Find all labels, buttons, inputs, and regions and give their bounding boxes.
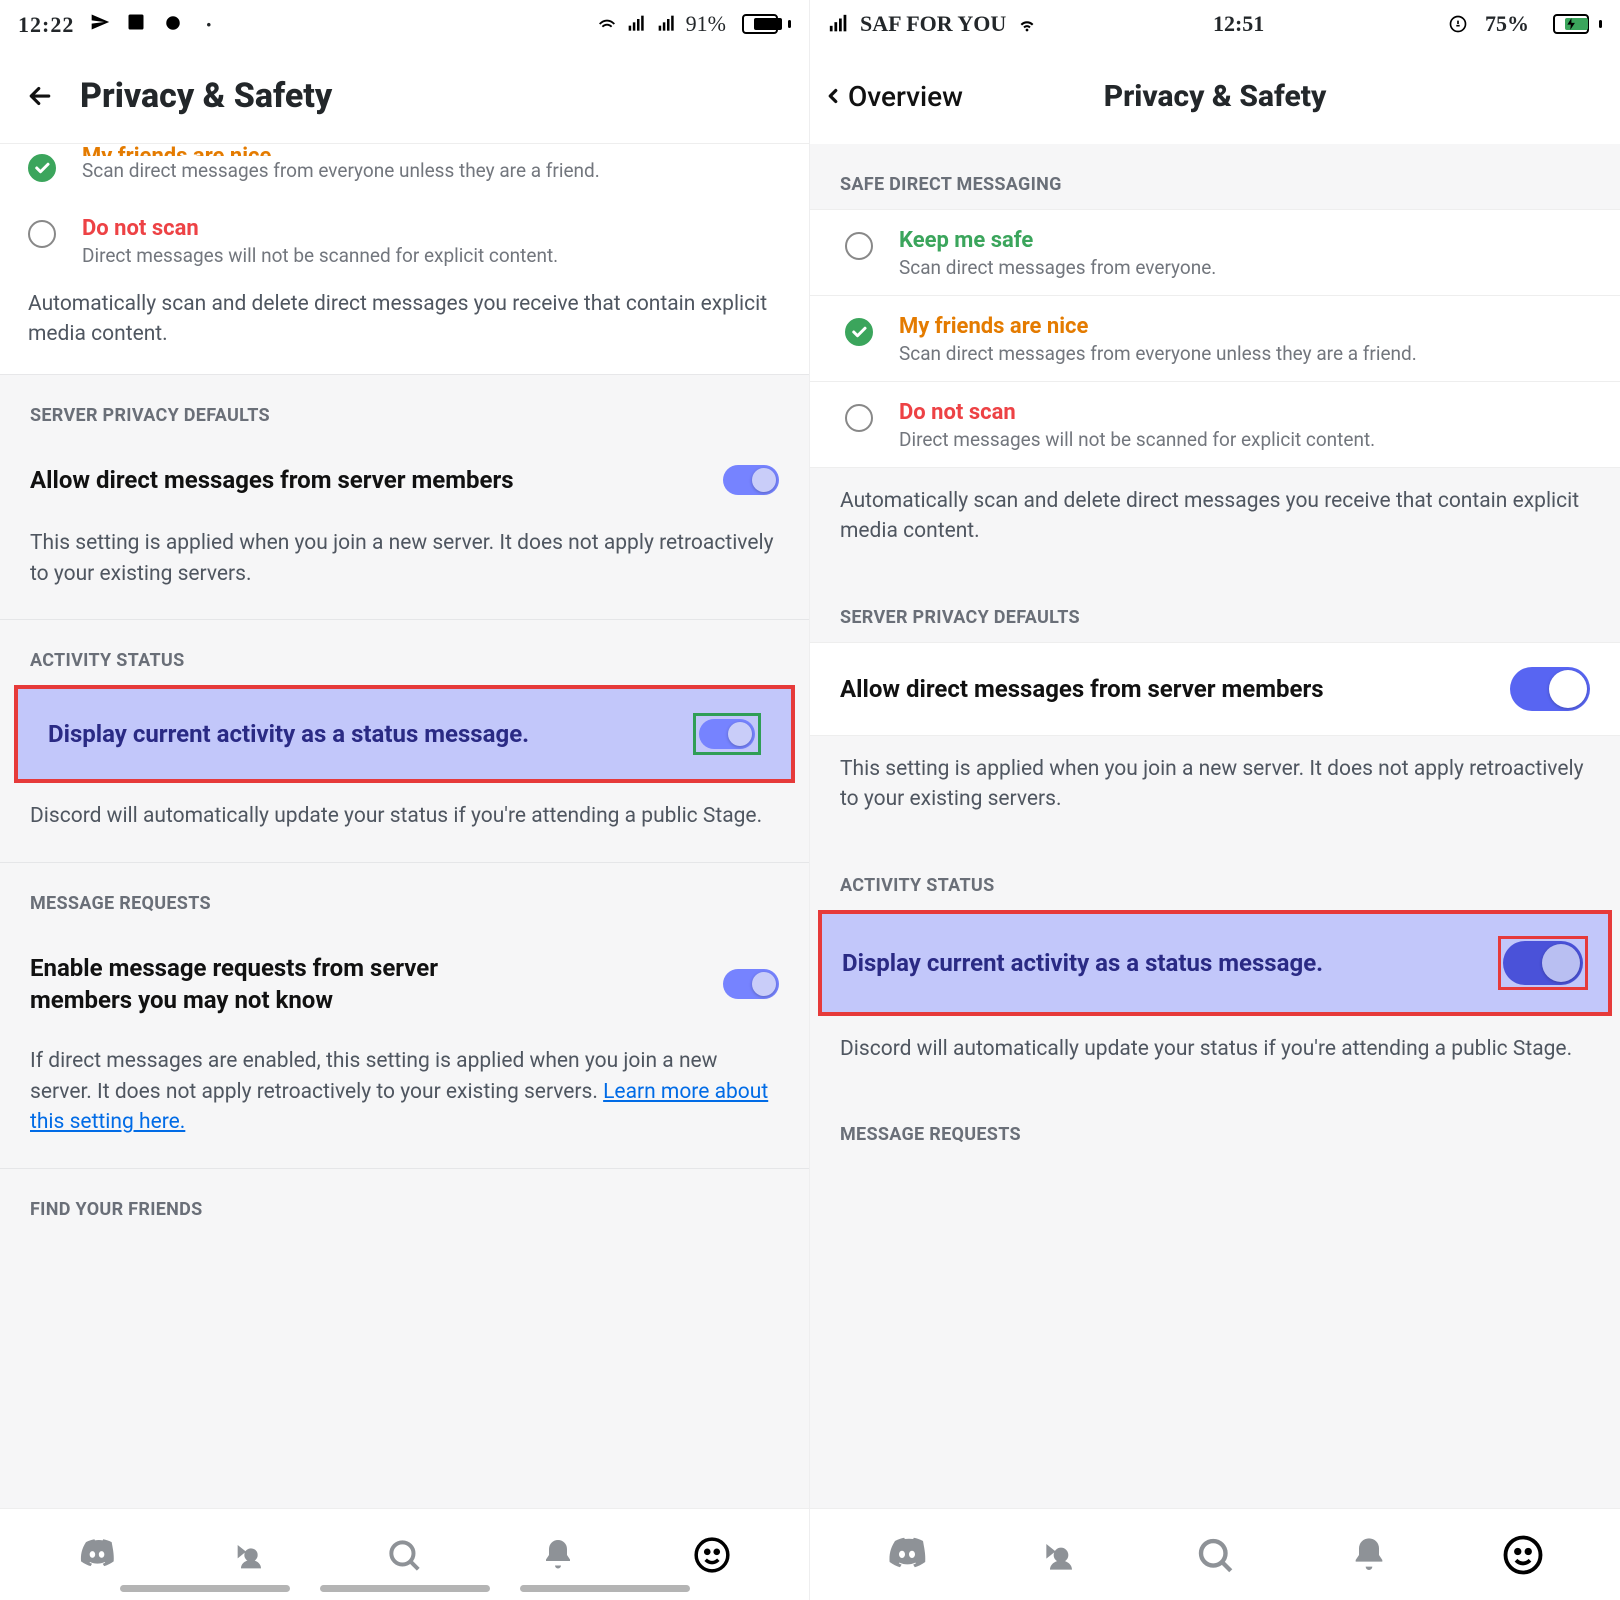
battery-pct: 91% <box>686 11 726 37</box>
activity-toggle[interactable] <box>699 719 755 749</box>
option-noscan-sub: Direct messages will not be scanned for … <box>82 244 558 267</box>
android-pane: 12:22 · 91% Privacy & Safety <box>0 0 810 1600</box>
server-privacy-header: SERVER PRIVACY DEFAULTS <box>0 375 809 440</box>
nav-notifications-icon[interactable] <box>526 1523 590 1587</box>
send-icon <box>89 11 111 33</box>
safe-dm-partial: My friends are nice Scan direct messages… <box>0 144 809 375</box>
nav-notifications-icon[interactable] <box>1337 1523 1401 1587</box>
image-icon <box>125 11 147 33</box>
ios-header: Overview Privacy & Safety <box>810 48 1620 144</box>
lock-rotation-icon <box>1447 13 1469 35</box>
mreq-row: Enable message requests from server memb… <box>0 928 809 1041</box>
activity-toggle-highlight <box>693 713 761 755</box>
radio-do-not-scan[interactable] <box>28 220 56 248</box>
nav-discord-icon[interactable] <box>875 1523 939 1587</box>
carrier-name: SAF FOR YOU <box>860 11 1006 37</box>
nav-search-icon[interactable] <box>1183 1523 1247 1587</box>
activity-status-header: ACTIVITY STATUS <box>0 620 809 685</box>
ios-status-bar: SAF FOR YOU 12:51 75% <box>810 0 1620 48</box>
nav-friends-icon[interactable] <box>1029 1523 1093 1587</box>
status-time: 12:22 <box>18 12 74 37</box>
wifi-icon <box>596 13 618 35</box>
activity-label: Display current activity as a status mes… <box>842 947 1353 979</box>
signal-icon <box>626 13 648 35</box>
allow-dm-note: This setting is applied when you join a … <box>810 736 1620 845</box>
activity-toggle-highlight <box>1498 936 1588 990</box>
radio-do-not-scan[interactable] <box>845 404 873 432</box>
activity-highlight: Display current activity as a status mes… <box>818 910 1612 1016</box>
nav-profile-icon[interactable] <box>1491 1523 1555 1587</box>
signal2-icon <box>656 13 678 35</box>
nav-discord-icon[interactable] <box>65 1523 129 1587</box>
find-friends-header: FIND YOUR FRIENDS <box>0 1169 809 1234</box>
safe-dm-group: Keep me safe Scan direct messages from e… <box>810 209 1620 468</box>
server-privacy-header: SERVER PRIVACY DEFAULTS <box>810 577 1620 642</box>
safe-dm-header: SAFE DIRECT MESSAGING <box>810 144 1620 209</box>
allow-dm-label: Allow direct messages from server member… <box>30 464 544 496</box>
back-overview-button[interactable]: Overview <box>822 80 963 113</box>
allow-dm-row: Allow direct messages from server member… <box>810 642 1620 736</box>
safe-dm-note: Automatically scan and delete direct mes… <box>810 468 1620 577</box>
android-gesture-bar <box>0 1585 809 1592</box>
activity-label: Display current activity as a status mes… <box>48 718 559 750</box>
app-icon <box>162 12 184 34</box>
battery-icon <box>734 14 791 34</box>
ios-bottom-nav <box>810 1508 1620 1600</box>
allow-dm-toggle[interactable] <box>1510 667 1590 711</box>
nav-search-icon[interactable] <box>372 1523 436 1587</box>
ios-scroll[interactable]: SAFE DIRECT MESSAGING Keep me safe Scan … <box>810 144 1620 1508</box>
mreq-note: If direct messages are enabled, this set… <box>0 1040 809 1167</box>
activity-toggle[interactable] <box>1503 941 1583 985</box>
radio-keep-me-safe[interactable] <box>845 232 873 260</box>
option-friends-sub: Scan direct messages from everyone unles… <box>899 342 1417 365</box>
ios-pane: SAF FOR YOU 12:51 75% Overview Privacy &… <box>810 0 1620 1600</box>
signal-icon <box>828 13 850 35</box>
radio-friends-nice[interactable] <box>28 154 56 182</box>
android-header: Privacy & Safety <box>0 48 809 144</box>
safe-dm-note: Automatically scan and delete direct mes… <box>28 271 781 350</box>
allow-dm-toggle[interactable] <box>723 465 779 495</box>
nav-profile-icon[interactable] <box>680 1523 744 1587</box>
dot-icon: · <box>198 14 220 36</box>
nav-friends-icon[interactable] <box>219 1523 283 1587</box>
option-noscan-sub: Direct messages will not be scanned for … <box>899 428 1375 451</box>
ios-battery-pct: 75% <box>1485 11 1529 37</box>
android-scroll[interactable]: My friends are nice Scan direct messages… <box>0 144 809 1508</box>
option-noscan-title: Do not scan <box>899 400 1375 425</box>
option-friends-sub: Scan direct messages from everyone unles… <box>82 159 600 182</box>
message-requests-header: MESSAGE REQUESTS <box>0 863 809 928</box>
message-requests-header: MESSAGE REQUESTS <box>810 1094 1620 1167</box>
allow-dm-row: Allow direct messages from server member… <box>0 440 809 520</box>
mreq-toggle[interactable] <box>723 969 779 999</box>
allow-dm-note: This setting is applied when you join a … <box>0 520 809 619</box>
activity-note: Discord will automatically update your s… <box>810 1016 1620 1094</box>
activity-status-header: ACTIVITY STATUS <box>810 845 1620 910</box>
option-safe-title: Keep me safe <box>899 228 1216 253</box>
page-title: Privacy & Safety <box>80 76 332 116</box>
android-status-bar: 12:22 · 91% <box>0 0 809 48</box>
option-noscan-title: Do not scan <box>82 216 558 241</box>
option-friends-title: My friends are nice <box>899 314 1417 339</box>
activity-highlight: Display current activity as a status mes… <box>14 685 795 783</box>
allow-dm-label: Allow direct messages from server member… <box>840 673 1354 705</box>
wifi-icon <box>1016 13 1038 35</box>
ios-battery-icon <box>1545 14 1602 34</box>
radio-friends-nice[interactable] <box>845 318 873 346</box>
option-safe-sub: Scan direct messages from everyone. <box>899 256 1216 279</box>
option-friends-title-clipped: My friends are nice <box>82 144 600 156</box>
mreq-label: Enable message requests from server memb… <box>30 952 550 1017</box>
back-button[interactable] <box>16 72 64 120</box>
activity-note: Discord will automatically update your s… <box>0 783 809 861</box>
ios-time: 12:51 <box>1213 11 1264 37</box>
